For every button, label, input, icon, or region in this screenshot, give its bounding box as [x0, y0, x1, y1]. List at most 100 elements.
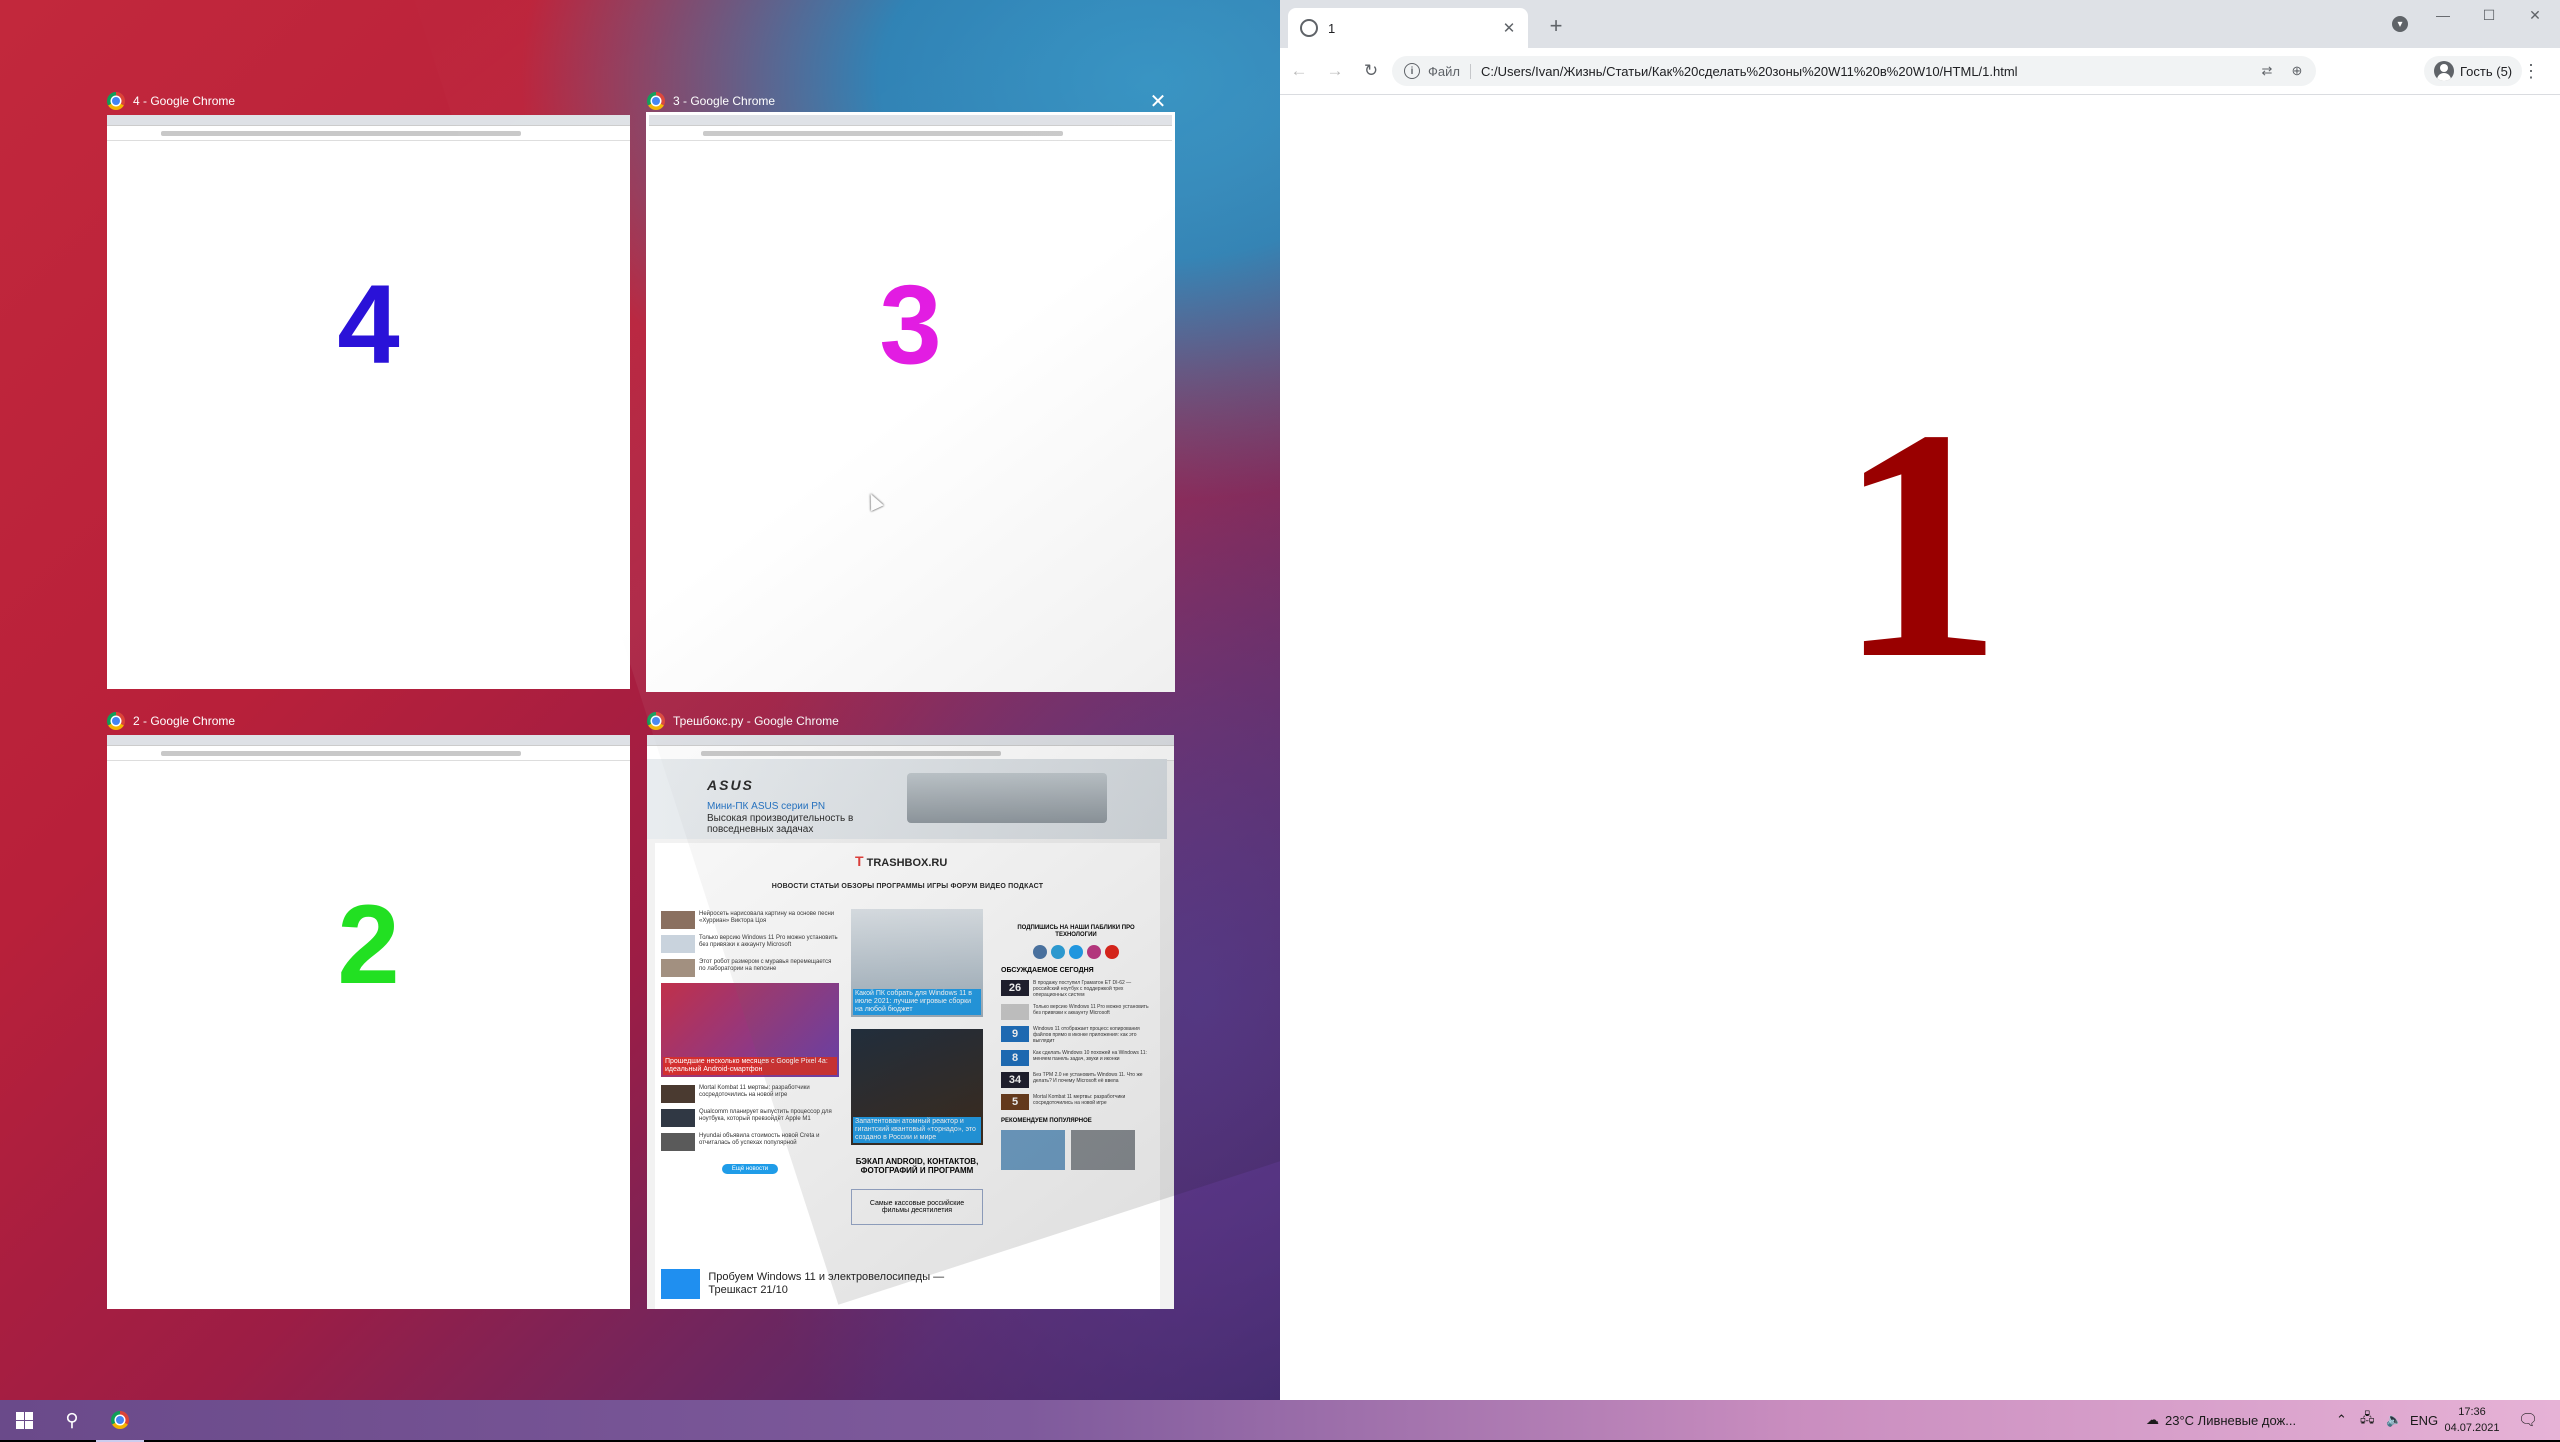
list-item[interactable]: Только версию Windows 11 Pro можно устан…	[1001, 1004, 1151, 1020]
snap-window-trashbox[interactable]: Трешбокс.ру - Google Chrome ASUS Мини-ПК…	[647, 709, 1174, 1309]
zoom-icon[interactable]: ⊕	[2286, 60, 2308, 82]
window-preview[interactable]: ASUS Мини-ПК ASUS серии PN Высокая произ…	[647, 735, 1174, 1309]
bottom-article[interactable]: Пробуем Windows 11 и электровелосипеды —…	[661, 1269, 981, 1299]
list-item[interactable]: 9 Windows 11 отображает процесс копирован…	[1001, 1026, 1151, 1044]
list-item[interactable]: Mortal Kombat 11 мертвы: разработчики со…	[661, 1085, 839, 1103]
list-item[interactable]: 34 Без TPM 2.0 не установить Windows 11. …	[1001, 1072, 1151, 1088]
feature-caption: Прошедшие несколько месяцев с Google Pix…	[663, 1057, 837, 1075]
section-heading: РЕКОМЕНДУЕМ ПОПУЛЯРНОЕ	[1001, 1118, 1092, 1124]
tab-strip: 1 ✕ + ▾ — ☐ ✕	[1280, 0, 2560, 48]
window-preview[interactable]: 4	[107, 115, 630, 689]
feature-caption: Какой ПК собрать для Windows 11 в июле 2…	[853, 989, 981, 1015]
popular-thumb[interactable]	[1071, 1130, 1135, 1170]
mini-address-bar	[107, 126, 630, 141]
avatar-icon	[2434, 61, 2454, 81]
social-icons	[1001, 945, 1151, 959]
window-preview[interactable]: 3	[646, 112, 1175, 692]
window-title: Трешбокс.ру - Google Chrome	[673, 714, 839, 728]
window-preview[interactable]: 2	[107, 735, 630, 1309]
window-title: 3 - Google Chrome	[673, 94, 776, 108]
feature-article[interactable]: Какой ПК собрать для Windows 11 в июле 2…	[851, 909, 983, 1017]
tab-active[interactable]: 1 ✕	[1288, 8, 1528, 48]
banner-brand: ASUS	[707, 777, 754, 793]
ad-banner[interactable]: ASUS Мини-ПК ASUS серии PN Высокая произ…	[647, 759, 1167, 839]
chrome-window: 1 ✕ + ▾ — ☐ ✕ ← → ↻ i Файл C:/Users/Ivan…	[1280, 0, 2560, 1400]
profile-button[interactable]: Гость (5)	[2424, 56, 2523, 86]
forward-button[interactable]: →	[1322, 58, 1348, 84]
list-item[interactable]: 8 Как сделать Windows 10 похожей на Windo…	[1001, 1050, 1151, 1066]
section-heading: БЭКАП ANDROID, КОНТАКТОВ, ФОТОГРАФИЙ И П…	[855, 1157, 979, 1175]
chrome-icon	[647, 92, 665, 110]
address-bar[interactable]: i Файл C:/Users/Ivan/Жизнь/Статьи/Как%20…	[1392, 56, 2316, 86]
weather-icon: ☁	[2146, 1412, 2159, 1427]
more-news-button[interactable]: Ещё новости	[721, 1164, 779, 1174]
close-window-button[interactable]: ✕	[2512, 0, 2558, 30]
taskbar-chrome[interactable]	[96, 1400, 144, 1442]
list-item[interactable]: Hyundai объявила стоимость новой Creta и…	[661, 1133, 839, 1151]
close-icon[interactable]: ✕	[1146, 89, 1170, 113]
windows-logo-thumb	[661, 1269, 701, 1299]
search-icon: ⚲	[65, 1409, 79, 1430]
snap-window-2[interactable]: 2 - Google Chrome 2	[107, 709, 630, 1309]
feature-article[interactable]: Запатентован атомный реактор и гигантски…	[851, 1029, 983, 1145]
window-title: 4 - Google Chrome	[133, 94, 236, 108]
url-scheme-label: Файл	[1428, 63, 1471, 79]
subscribe-text: ПОДПИШИСЬ НА НАШИ ПАБЛИКИ ПРО ТЕХНОЛОГИИ	[1017, 925, 1135, 938]
info-icon[interactable]: i	[1404, 63, 1420, 79]
site-content: T TRASHBOX.RU НОВОСТИ СТАТЬИ ОБЗОРЫ ПРОГ…	[655, 843, 1160, 1309]
url-text[interactable]: C:/Users/Ivan/Жизнь/Статьи/Как%20сделать…	[1481, 64, 2256, 79]
tab-search-icon[interactable]: ▾	[2392, 16, 2408, 32]
snap-window-4[interactable]: 4 - Google Chrome 4	[107, 89, 630, 689]
tray-chevron-icon[interactable]: ⌃	[2336, 1400, 2347, 1440]
tab-title: 1	[1328, 20, 1336, 36]
twitter-icon[interactable]	[1069, 945, 1083, 959]
mini-tab-bar	[647, 735, 1174, 746]
language-indicator[interactable]: ENG	[2410, 1400, 2438, 1440]
windows-icon	[15, 1411, 33, 1429]
feature-article[interactable]: Прошедшие несколько месяцев с Google Pix…	[661, 983, 839, 1077]
snap-window-3[interactable]: 3 - Google Chrome ✕ 3	[646, 89, 1175, 693]
sidebar-right: ПОДПИШИСЬ НА НАШИ ПАБЛИКИ ПРО ТЕХНОЛОГИИ…	[1001, 909, 1151, 1170]
youtube-icon[interactable]	[1105, 945, 1119, 959]
instagram-icon[interactable]	[1087, 945, 1101, 959]
news-column-mid: Какой ПК собрать для Windows 11 в июле 2…	[851, 909, 983, 1225]
mini-address-bar	[647, 746, 1174, 761]
window-title-bar: 4 - Google Chrome	[107, 89, 235, 113]
weather-widget[interactable]: ☁ 23°C Ливневые дож...	[2146, 1400, 2296, 1440]
mini-address-bar	[107, 746, 630, 761]
search-button[interactable]: ⚲	[48, 1400, 96, 1440]
promo-box[interactable]: Самые кассовые российские фильмы десятил…	[851, 1189, 983, 1225]
telegram-icon[interactable]	[1051, 945, 1065, 959]
notification-icon[interactable]: 🗨	[2518, 1400, 2538, 1440]
list-item[interactable]: 5 Mortal Kombat 11 мертвы: разработчики с…	[1001, 1094, 1151, 1110]
site-nav[interactable]: НОВОСТИ СТАТЬИ ОБЗОРЫ ПРОГРАММЫ ИГРЫ ФОР…	[655, 883, 1160, 890]
maximize-button[interactable]: ☐	[2466, 0, 2512, 30]
site-logo[interactable]: T TRASHBOX.RU	[855, 853, 947, 869]
start-button[interactable]	[0, 1400, 48, 1440]
network-icon[interactable]: 🖧	[2360, 1400, 2375, 1440]
back-button[interactable]: ←	[1286, 58, 1312, 84]
volume-icon[interactable]: 🔈	[2386, 1400, 2402, 1440]
menu-icon[interactable]: ⋮	[2518, 58, 2544, 84]
minimize-button[interactable]: —	[2420, 0, 2466, 30]
list-item[interactable]: Этот робот размером с муравья перемещает…	[661, 959, 839, 977]
window-title-bar: 2 - Google Chrome	[107, 709, 235, 733]
list-item[interactable]: Нейросеть нарисовала картину на основе п…	[661, 911, 839, 929]
reload-button[interactable]: ↻	[1358, 58, 1384, 84]
list-item[interactable]: Qualcomm планирует выпустить процессор д…	[661, 1109, 839, 1127]
list-item[interactable]: Только версию Windows 11 Pro можно устан…	[661, 935, 839, 953]
toolbar: ← → ↻ i Файл C:/Users/Ivan/Жизнь/Статьи/…	[1280, 48, 2560, 95]
translate-icon[interactable]: ⇄	[2256, 60, 2278, 82]
chrome-icon	[107, 92, 125, 110]
mouse-cursor-icon	[864, 490, 884, 512]
new-tab-button[interactable]: +	[1542, 12, 1570, 40]
vk-icon[interactable]	[1033, 945, 1047, 959]
mini-tab-bar	[107, 115, 630, 126]
list-item[interactable]: 26 В продажу поступил Граматон ЕТ DI-62 —…	[1001, 980, 1151, 998]
news-column-left: Нейросеть нарисовала картину на основе п…	[661, 911, 839, 1175]
clock[interactable]: 17:36 04.07.2021	[2440, 1404, 2504, 1436]
section-heading: ОБСУЖДАЕМОЕ СЕГОДНЯ	[1001, 967, 1094, 974]
popular-thumb[interactable]	[1001, 1130, 1065, 1170]
close-icon[interactable]: ✕	[1498, 17, 1520, 39]
clock-date: 04.07.2021	[2444, 1422, 2500, 1434]
